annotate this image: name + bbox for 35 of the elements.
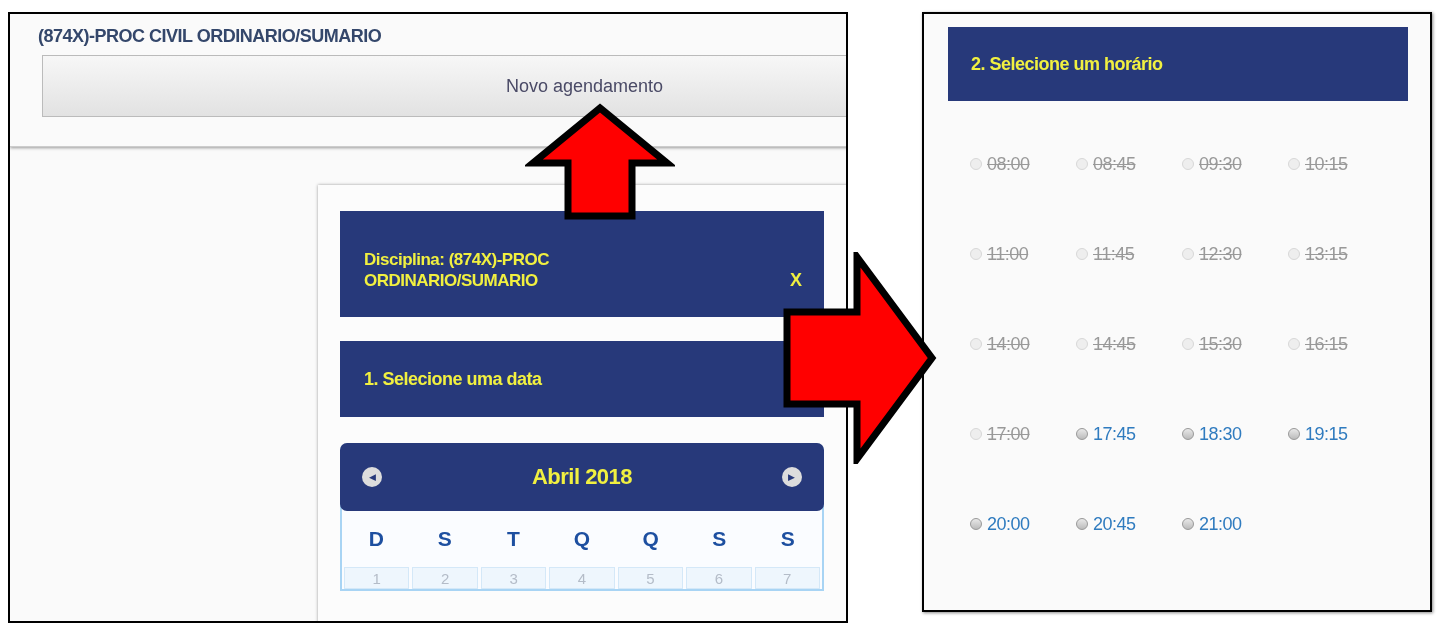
next-month-button[interactable]: ▶ [782,467,802,487]
weekday-label: Q [572,527,592,551]
day-cell[interactable]: 5 [617,567,684,589]
step-title: 2. Selecione um horário [971,53,1163,75]
time-option[interactable]: 20:45 [1093,513,1136,535]
day-cell[interactable]: 3 [480,567,547,589]
month-title: Abril 2018 [531,464,633,490]
radio-button[interactable] [1182,518,1194,530]
radio-button[interactable] [1288,428,1300,440]
weekday-label: D [367,527,385,551]
radio-button[interactable] [1182,428,1194,440]
day-cell[interactable]: 4 [549,567,615,589]
weekday-label: Q [641,527,660,551]
weekday-label: T [506,527,521,551]
step-title: 1. Selecione uma data [364,368,542,390]
day-cell[interactable]: 7 [754,567,820,589]
previous-month-button[interactable]: ◀ [362,467,382,487]
time-option[interactable]: 19:15 [1305,423,1348,445]
radio-button[interactable] [1076,428,1088,440]
radio-button[interactable] [1076,518,1088,530]
weekday-label: S [711,527,728,551]
day-cell[interactable]: 1 [344,567,410,589]
close-button[interactable]: X [790,270,802,291]
time-option[interactable]: 18:30 [1199,423,1242,445]
weekday-label: S [779,527,796,551]
weekday-label: S [436,527,453,551]
time-option[interactable]: 20:00 [987,513,1030,535]
card-title: (874X)-PROC CIVIL ORDINARIO/SUMARIO [38,26,383,47]
day-cell[interactable]: 2 [412,567,478,589]
day-cell[interactable]: 6 [686,567,752,589]
new-appointment-button[interactable]: Novo agendamento [42,55,846,117]
discipline-title: Disciplina: (874X)-PROC ORDINARIO/SUMARIO [364,249,549,291]
time-option[interactable]: 21:00 [1199,513,1242,535]
radio-button[interactable] [970,518,982,530]
time-option[interactable]: 17:45 [1093,423,1136,445]
